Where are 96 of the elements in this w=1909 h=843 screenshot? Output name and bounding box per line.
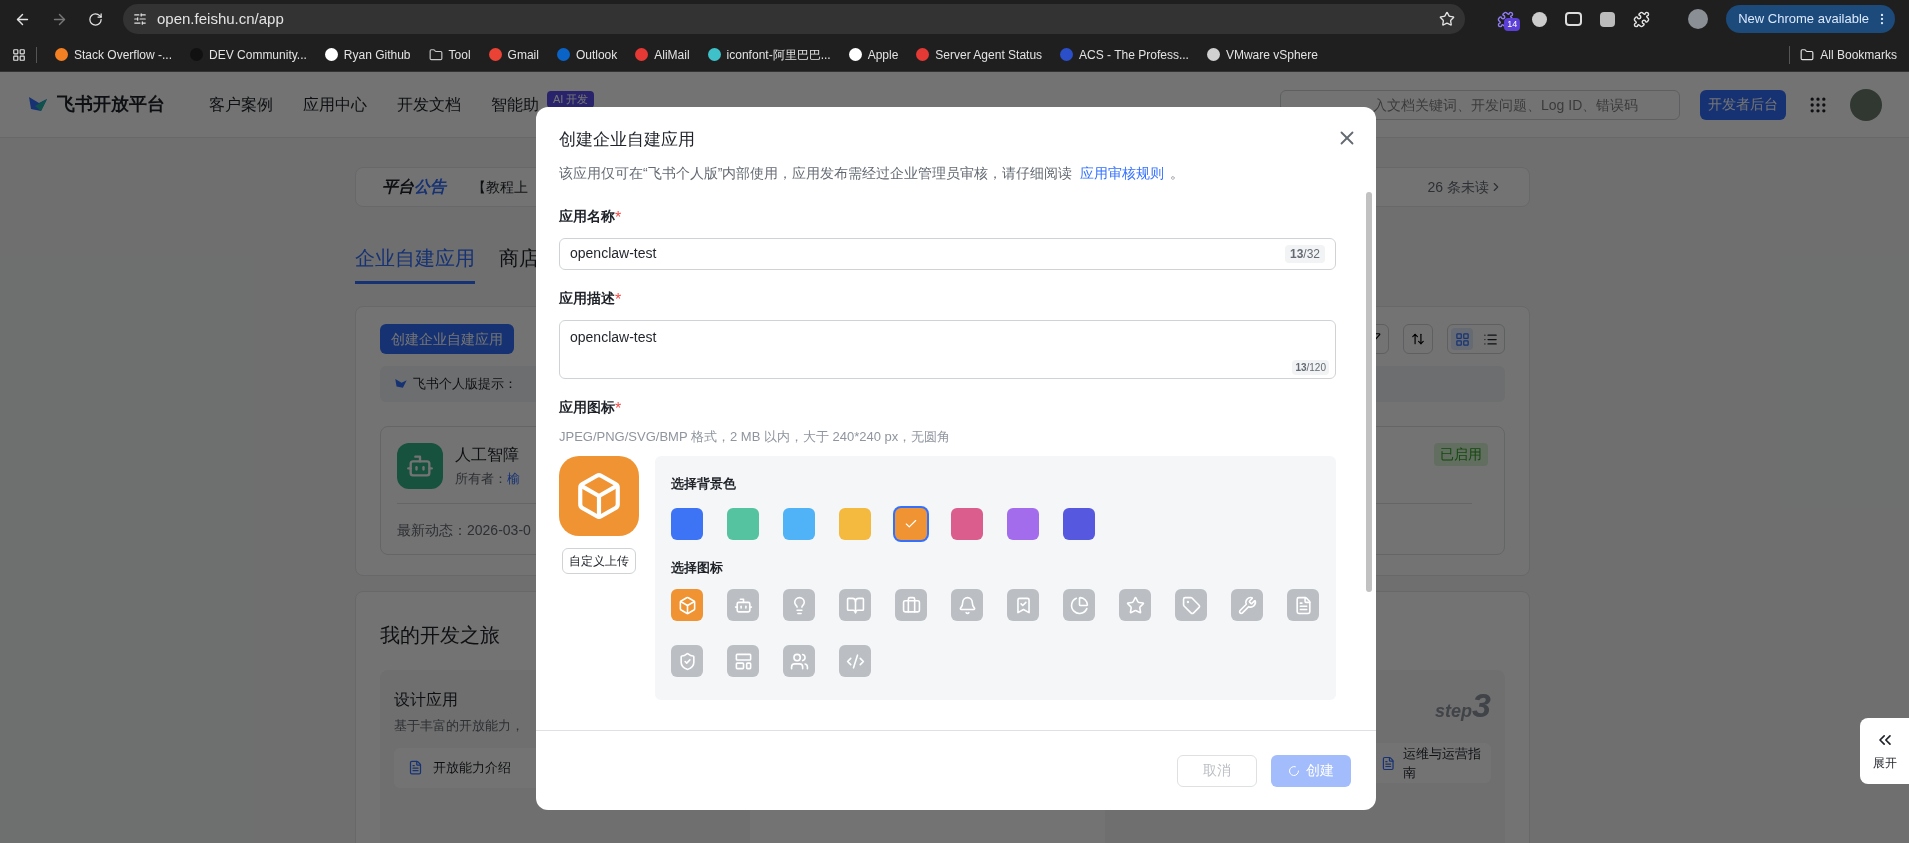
- code-icon[interactable]: [839, 645, 871, 677]
- nav-link[interactable]: 客户案例: [209, 92, 273, 117]
- section-title: 选择图标: [671, 558, 724, 577]
- status-tag: 已启用: [1434, 443, 1488, 466]
- sort-icon: [1411, 332, 1425, 346]
- document-icon[interactable]: [1287, 589, 1319, 621]
- folder-icon: [1800, 47, 1815, 62]
- color-swatch[interactable]: [1063, 507, 1095, 540]
- bookmark-item[interactable]: Ryan Github: [324, 45, 411, 64]
- nav-link[interactable]: 开发文档: [397, 92, 461, 117]
- color-swatch[interactable]: [783, 507, 815, 540]
- pie-chart-icon[interactable]: [1063, 589, 1095, 621]
- user-avatar[interactable]: [1850, 88, 1882, 121]
- scrollbar-thumb[interactable]: [1366, 191, 1372, 592]
- people-icon[interactable]: [783, 645, 815, 677]
- icon-hint: JPEG/PNG/SVG/BMP 格式，2 MB 以内，大于 240*240 px，无圆角: [559, 427, 952, 446]
- bookmark-item[interactable]: Outlook: [556, 45, 618, 64]
- color-swatch[interactable]: [951, 507, 983, 540]
- color-swatch[interactable]: [671, 507, 703, 540]
- bookmark-item[interactable]: Server Agent Status: [916, 45, 1043, 64]
- briefcase-icon[interactable]: [895, 589, 927, 621]
- address-bar[interactable]: open.feishu.cn/app: [123, 4, 1466, 34]
- section-title: 选择背景色: [671, 475, 737, 493]
- color-swatch[interactable]: [839, 507, 871, 540]
- robot-icon: [397, 443, 443, 489]
- bookmark-item[interactable]: AliMail: [635, 45, 690, 64]
- extension-icon[interactable]: [1497, 10, 1515, 28]
- site-settings-icon[interactable]: [133, 12, 147, 26]
- extension-icon[interactable]: [1532, 11, 1548, 27]
- bookmark-item[interactable]: Apple: [848, 45, 899, 64]
- grid-view-icon[interactable]: [1451, 328, 1473, 350]
- document-icon: [408, 760, 423, 775]
- spinner-icon: [1288, 764, 1300, 777]
- dialog-description: 该应用仅可在“飞书个人版”内部使用，应用发布需经过企业管理员审核，请仔细阅读: [559, 163, 1073, 183]
- required-mark: *: [615, 207, 622, 228]
- char-counter: 13/32: [1284, 244, 1325, 263]
- extension-badge: 14: [1504, 17, 1521, 31]
- dialog-title: 创建企业自建应用: [559, 129, 695, 151]
- layout-icon[interactable]: [727, 645, 759, 677]
- tag-icon[interactable]: [1175, 589, 1207, 621]
- bookmark-item[interactable]: Stack Overflow -...: [55, 45, 173, 64]
- color-swatch[interactable]: [1007, 507, 1039, 540]
- upload-button[interactable]: 自定义上传: [562, 548, 636, 574]
- logo-icon: [394, 377, 408, 391]
- tip-text: 飞书个人版提示：: [413, 375, 517, 394]
- url-text: open.feishu.cn/app: [157, 8, 285, 29]
- bookmark-item[interactable]: Tool: [428, 45, 471, 64]
- nav-link[interactable]: 智能助: [491, 92, 539, 117]
- bookmark-icon[interactable]: [1007, 589, 1039, 621]
- bookmark-star-icon[interactable]: [1439, 11, 1456, 27]
- all-bookmarks[interactable]: All Bookmarks: [1789, 45, 1897, 64]
- ai-badge: AI 开发: [547, 91, 595, 108]
- apps-icon[interactable]: [12, 47, 26, 62]
- profile-avatar[interactable]: [1688, 9, 1709, 29]
- field-label: 应用名称: [559, 206, 615, 226]
- step-title: 设计应用: [394, 690, 459, 710]
- robot-icon[interactable]: [727, 589, 759, 621]
- color-swatch[interactable]: [895, 507, 927, 540]
- lightbulb-icon[interactable]: [783, 589, 815, 621]
- rules-link[interactable]: 应用审核规则: [1080, 162, 1165, 184]
- document-icon: [1381, 755, 1396, 771]
- description-end: 。: [1170, 163, 1185, 183]
- color-swatch[interactable]: [727, 507, 759, 540]
- tab[interactable]: 商店: [499, 243, 539, 284]
- brand-name[interactable]: 飞书开放平台: [57, 91, 165, 118]
- shield-icon[interactable]: [671, 645, 703, 677]
- expand-button[interactable]: 展开: [1860, 718, 1909, 784]
- latest-activity: 最新动态：2026-03-0: [397, 522, 531, 538]
- update-button[interactable]: New Chrome available: [1726, 5, 1895, 33]
- name-field[interactable]: openclaw-test 13/32: [559, 237, 1336, 270]
- app-name: 人工智障: [455, 445, 520, 465]
- required-mark: *: [615, 289, 622, 310]
- nav-link[interactable]: 应用中心: [303, 92, 367, 117]
- owner-label: 所有者：: [455, 471, 507, 486]
- required-mark: *: [615, 398, 622, 419]
- announcement-title: 平台公告: [382, 177, 446, 197]
- extension-icon[interactable]: [1600, 11, 1616, 27]
- field-label: 应用图标: [559, 397, 615, 417]
- bookmark-item[interactable]: ACS - The Profess...: [1060, 45, 1189, 64]
- field-label: 应用描述: [559, 288, 615, 308]
- bell-icon[interactable]: [951, 589, 983, 621]
- char-counter: 13/120: [1292, 359, 1329, 375]
- bookmark-item[interactable]: iconfont-阿里巴巴...: [707, 45, 831, 64]
- cube-icon[interactable]: [671, 589, 703, 621]
- journey-title: 我的开发之旅: [380, 624, 500, 646]
- bookmark-item[interactable]: DEV Community...: [190, 45, 307, 64]
- announcement-text: 【教程上: [472, 177, 528, 197]
- reload-icon[interactable]: [88, 11, 103, 27]
- extensions-icon[interactable]: [1633, 10, 1651, 28]
- book-icon[interactable]: [839, 589, 871, 621]
- view-toggle[interactable]: [1447, 324, 1505, 354]
- description-field[interactable]: openclaw-test 13/120: [559, 319, 1336, 379]
- wrench-icon[interactable]: [1231, 589, 1263, 621]
- sort-button[interactable]: [1403, 324, 1433, 354]
- bookmark-item[interactable]: Gmail: [488, 45, 539, 64]
- bookmark-item[interactable]: VMware vSphere: [1206, 45, 1318, 64]
